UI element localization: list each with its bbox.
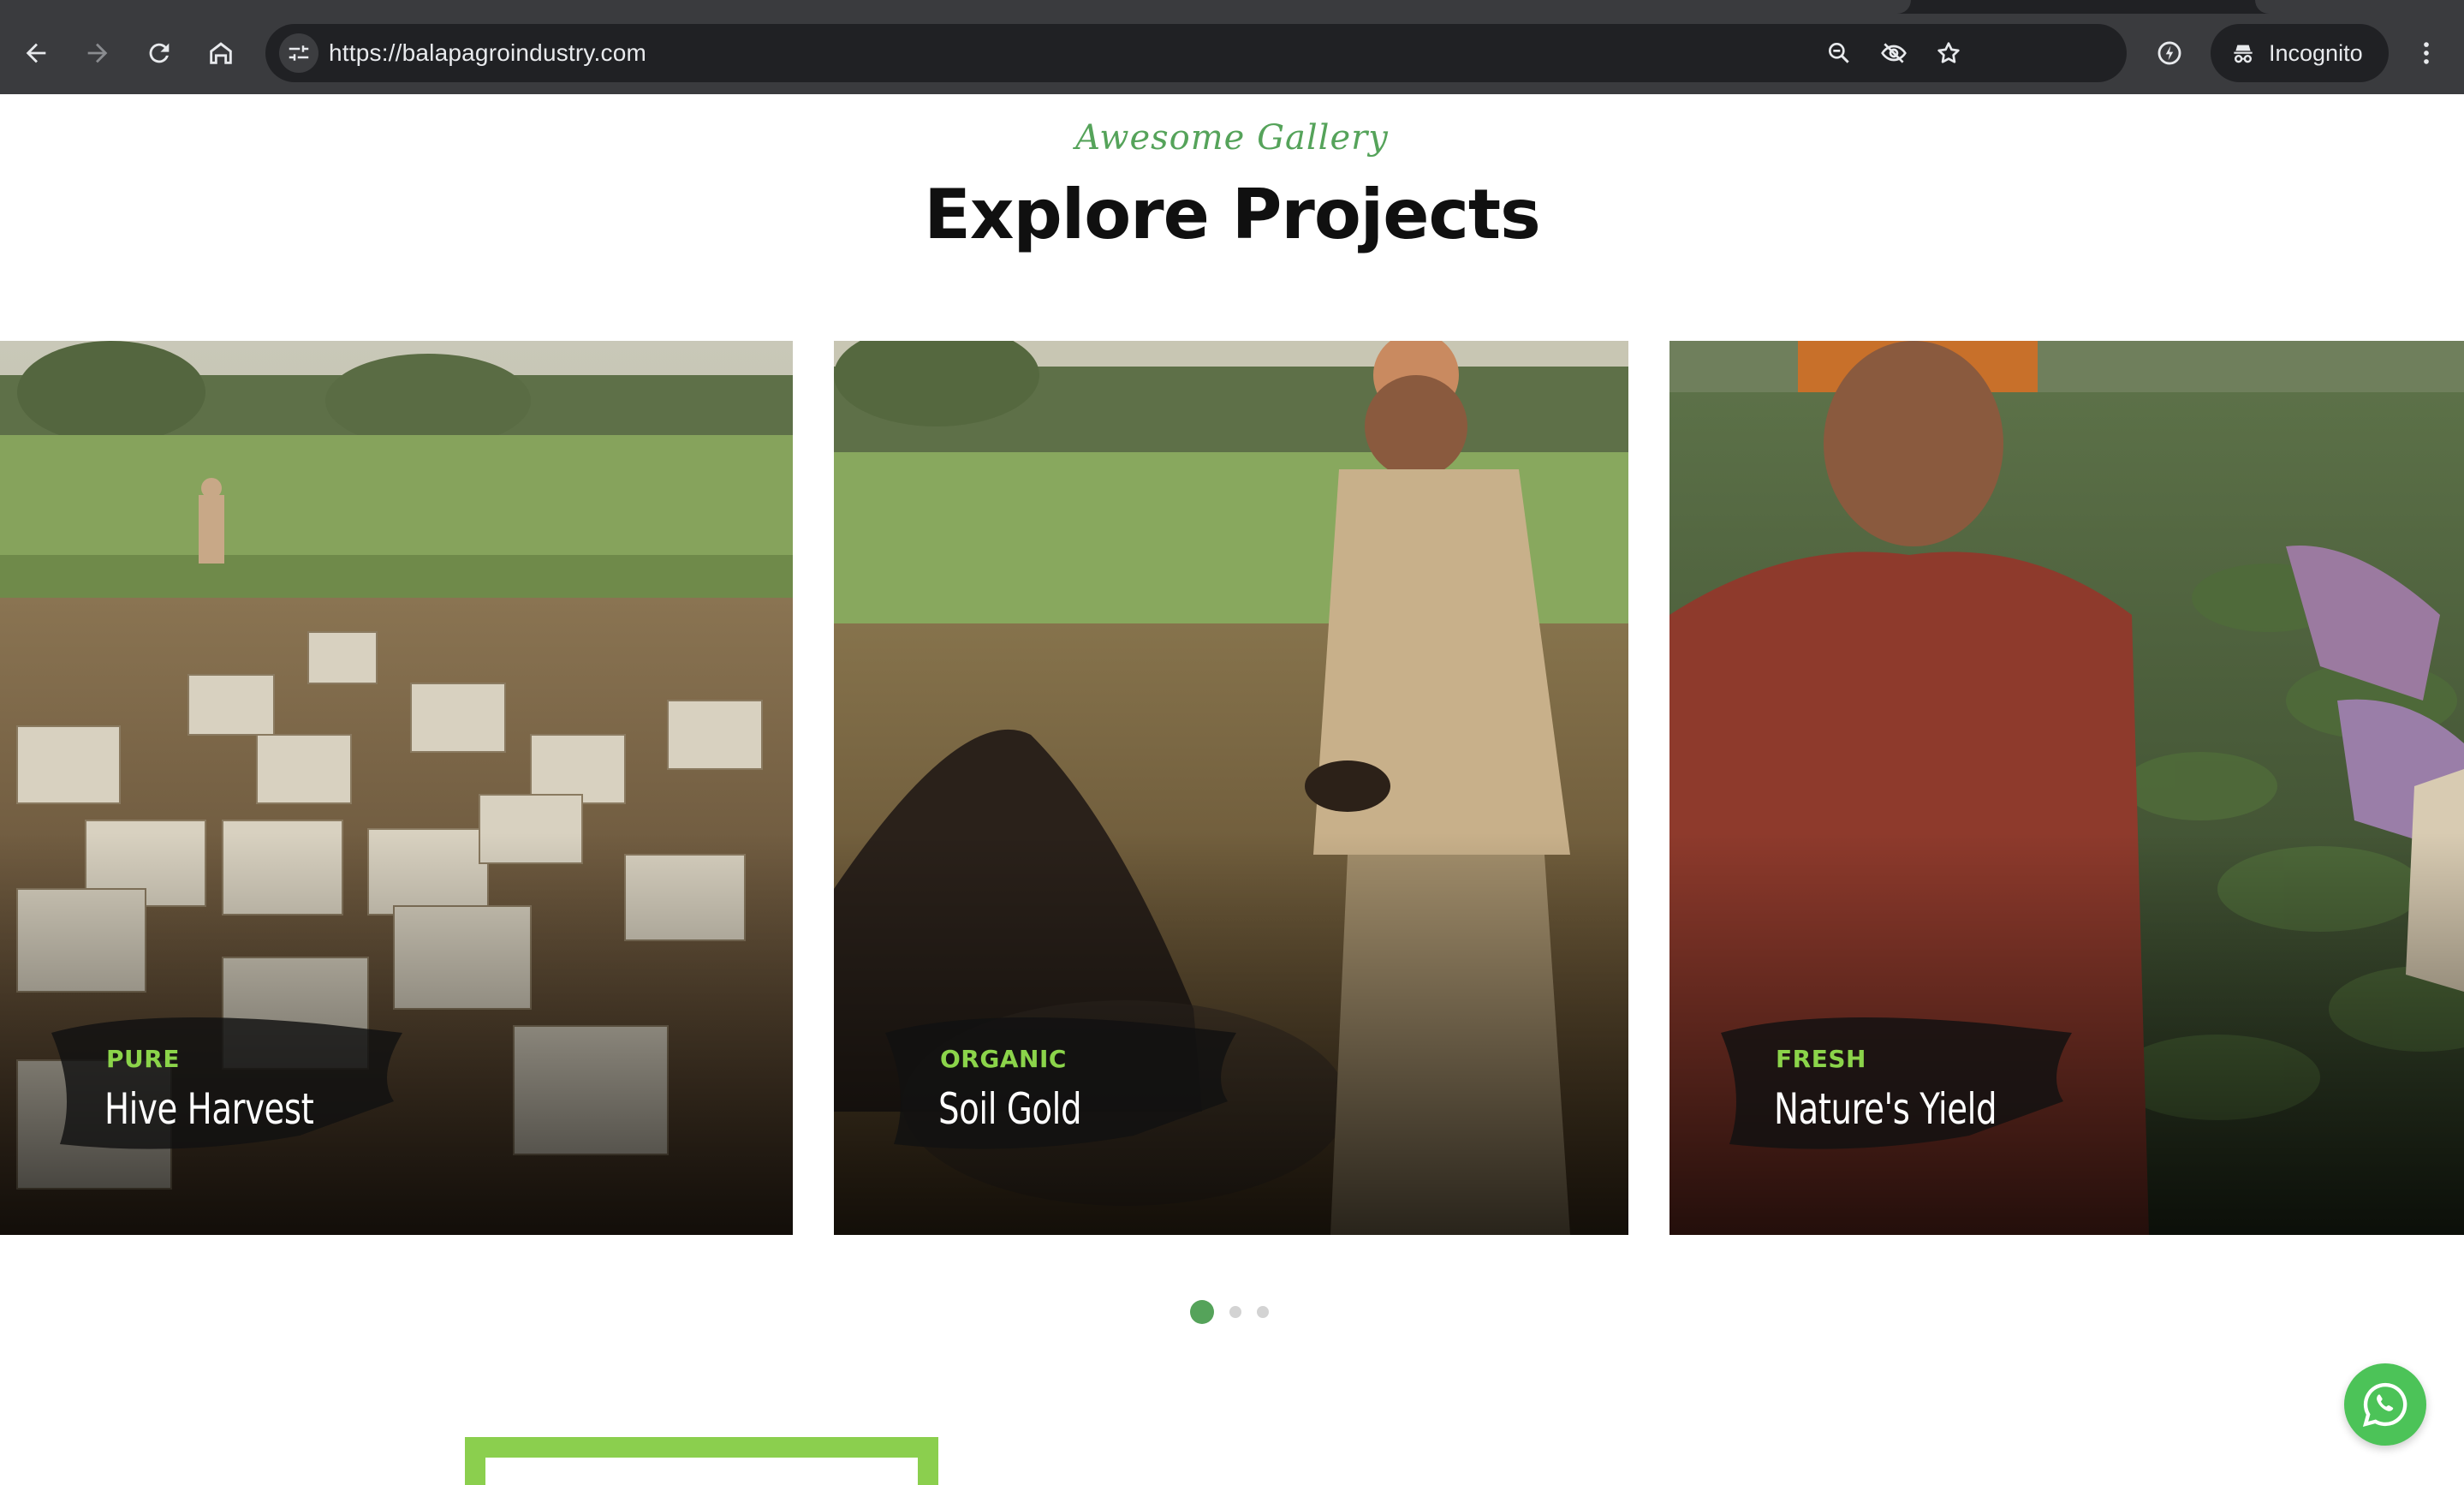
- incognito-label: Incognito: [2269, 39, 2363, 66]
- eye-off-icon: [1881, 43, 1907, 63]
- address-bar[interactable]: https://balapagroindustry.com: [265, 24, 2127, 82]
- back-button[interactable]: [9, 26, 63, 81]
- whatsapp-chat-button[interactable]: [2344, 1363, 2426, 1446]
- card-tag: FRESH: [1776, 1045, 1866, 1073]
- browser-toolbar: https://balapagroindustry.com Incognito: [0, 0, 2464, 94]
- incognito-badge[interactable]: Incognito: [2211, 24, 2389, 82]
- inactive-tab[interactable]: [2255, 0, 2464, 14]
- zoom-icon: [1829, 42, 1849, 63]
- gallery-card[interactable]: PURE Hive Harvest: [0, 341, 793, 1235]
- site-settings-icon: [289, 45, 309, 61]
- brush-stroke-decoration: [51, 1017, 402, 1149]
- card-title[interactable]: Nature's Yield: [1774, 1084, 1997, 1134]
- section-eyebrow: Awesome Gallery: [1075, 118, 1389, 158]
- reload-icon: [149, 43, 170, 63]
- star-icon: [1937, 42, 1960, 63]
- card-tag: ORGANIC: [940, 1045, 1067, 1073]
- brush-stroke-decoration: [885, 1017, 1236, 1149]
- active-tab[interactable]: [0, 0, 1911, 14]
- card-title[interactable]: Soil Gold: [938, 1084, 1082, 1134]
- site-settings-button[interactable]: [279, 33, 318, 73]
- bookmark-button[interactable]: [1931, 36, 1966, 70]
- next-section-frame: [465, 1437, 938, 1485]
- whatsapp-icon: [2362, 1382, 2407, 1428]
- tracking-protection-button[interactable]: [1877, 36, 1911, 70]
- tab-strip: [0, 0, 2464, 14]
- forward-icon: [87, 43, 108, 63]
- extensions-button[interactable]: [2142, 26, 2197, 81]
- page-content: Awesome Gallery Explore Projects PURE Hi…: [0, 94, 2464, 1485]
- pagination-dot[interactable]: [1257, 1306, 1269, 1318]
- card-tag: PURE: [106, 1045, 180, 1073]
- brush-stroke-decoration: [1721, 1017, 2072, 1149]
- reload-button[interactable]: [132, 26, 187, 81]
- gallery-card[interactable]: ORGANIC Soil Gold: [834, 341, 1628, 1235]
- menu-icon: [2424, 42, 2429, 64]
- card-title[interactable]: Hive Harvest: [104, 1084, 314, 1134]
- incognito-icon: [2234, 45, 2253, 63]
- extension-icon: [2157, 41, 2181, 65]
- home-button[interactable]: [193, 26, 248, 81]
- browser-menu-button[interactable]: [2399, 26, 2454, 81]
- pagination-dot-active[interactable]: [1190, 1300, 1214, 1324]
- forward-button[interactable]: [70, 26, 125, 81]
- pagination-dot[interactable]: [1229, 1306, 1241, 1318]
- back-icon: [26, 43, 46, 63]
- section-heading: Explore Projects: [924, 175, 1540, 254]
- home-icon: [210, 42, 232, 64]
- url-text[interactable]: https://balapagroindustry.com: [329, 39, 646, 67]
- carousel-pagination: [1190, 1300, 1276, 1326]
- gallery-card[interactable]: FRESH Nature's Yield: [1669, 341, 2464, 1235]
- zoom-button[interactable]: [1822, 36, 1856, 70]
